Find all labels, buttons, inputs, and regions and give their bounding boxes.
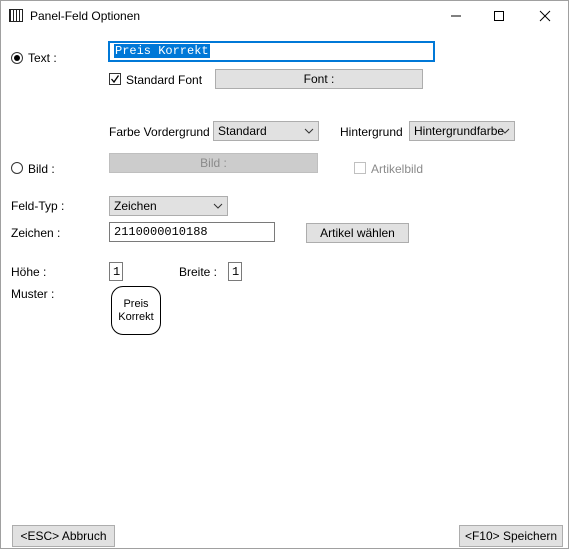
pattern-preview: Preis Korrekt: [111, 286, 161, 335]
field-type-label: Feld-Typ :: [11, 199, 65, 213]
article-image-label: Artikelbild: [371, 162, 424, 176]
chevron-down-icon: [213, 203, 223, 209]
dialog-window: Panel-Feld Optionen Text : Preis Korrekt…: [0, 0, 569, 549]
font-button[interactable]: Font :: [215, 69, 423, 89]
window-title: Panel-Feld Optionen: [30, 9, 141, 23]
image-radio[interactable]: [11, 162, 23, 174]
chars-label: Zeichen :: [11, 226, 61, 240]
width-input[interactable]: 1: [228, 262, 242, 281]
minimize-icon: [451, 15, 461, 17]
save-button[interactable]: <F10> Speichern: [459, 525, 563, 547]
app-icon: [9, 9, 23, 22]
title-bar: Panel-Feld Optionen: [1, 1, 568, 31]
chars-input[interactable]: 2110000010188: [109, 222, 275, 242]
text-radio[interactable]: [11, 52, 23, 64]
select-article-button[interactable]: Artikel wählen: [306, 223, 409, 243]
foreground-select-value: Standard: [218, 124, 267, 138]
text-input[interactable]: Preis Korrekt: [108, 41, 435, 62]
minimize-button[interactable]: [433, 1, 479, 31]
field-type-select[interactable]: Zeichen: [109, 196, 228, 216]
field-type-select-value: Zeichen: [114, 199, 157, 213]
height-label: Höhe :: [11, 265, 47, 279]
chevron-down-icon: [304, 128, 314, 134]
foreground-select[interactable]: Standard: [213, 121, 319, 141]
maximize-icon: [494, 11, 504, 21]
text-radio-label: Text :: [28, 51, 57, 65]
chevron-down-icon: [500, 128, 510, 134]
background-select-value: Hintergrundfarbe: [414, 124, 505, 138]
cancel-button[interactable]: <ESC> Abbruch: [12, 525, 115, 547]
background-select[interactable]: Hintergrundfarbe: [409, 121, 515, 141]
article-image-checkbox[interactable]: [354, 162, 366, 174]
standard-font-label: Standard Font: [126, 73, 203, 87]
height-input[interactable]: 1: [109, 262, 123, 281]
pattern-label: Muster :: [11, 287, 55, 301]
pattern-line-2: Korrekt: [118, 310, 154, 323]
checkmark-icon: [111, 75, 120, 84]
foreground-label: Farbe Vordergrund: [109, 125, 210, 139]
close-button[interactable]: [522, 1, 568, 31]
pattern-line-1: Preis: [123, 297, 149, 310]
background-label: Hintergrund: [340, 125, 403, 139]
standard-font-checkbox[interactable]: [109, 73, 121, 85]
close-icon: [539, 10, 551, 22]
text-input-value: Preis Korrekt: [114, 44, 210, 58]
width-label: Breite :: [179, 265, 218, 279]
image-radio-label: Bild :: [28, 162, 55, 176]
maximize-button[interactable]: [476, 1, 522, 31]
image-button[interactable]: Bild :: [109, 153, 318, 173]
